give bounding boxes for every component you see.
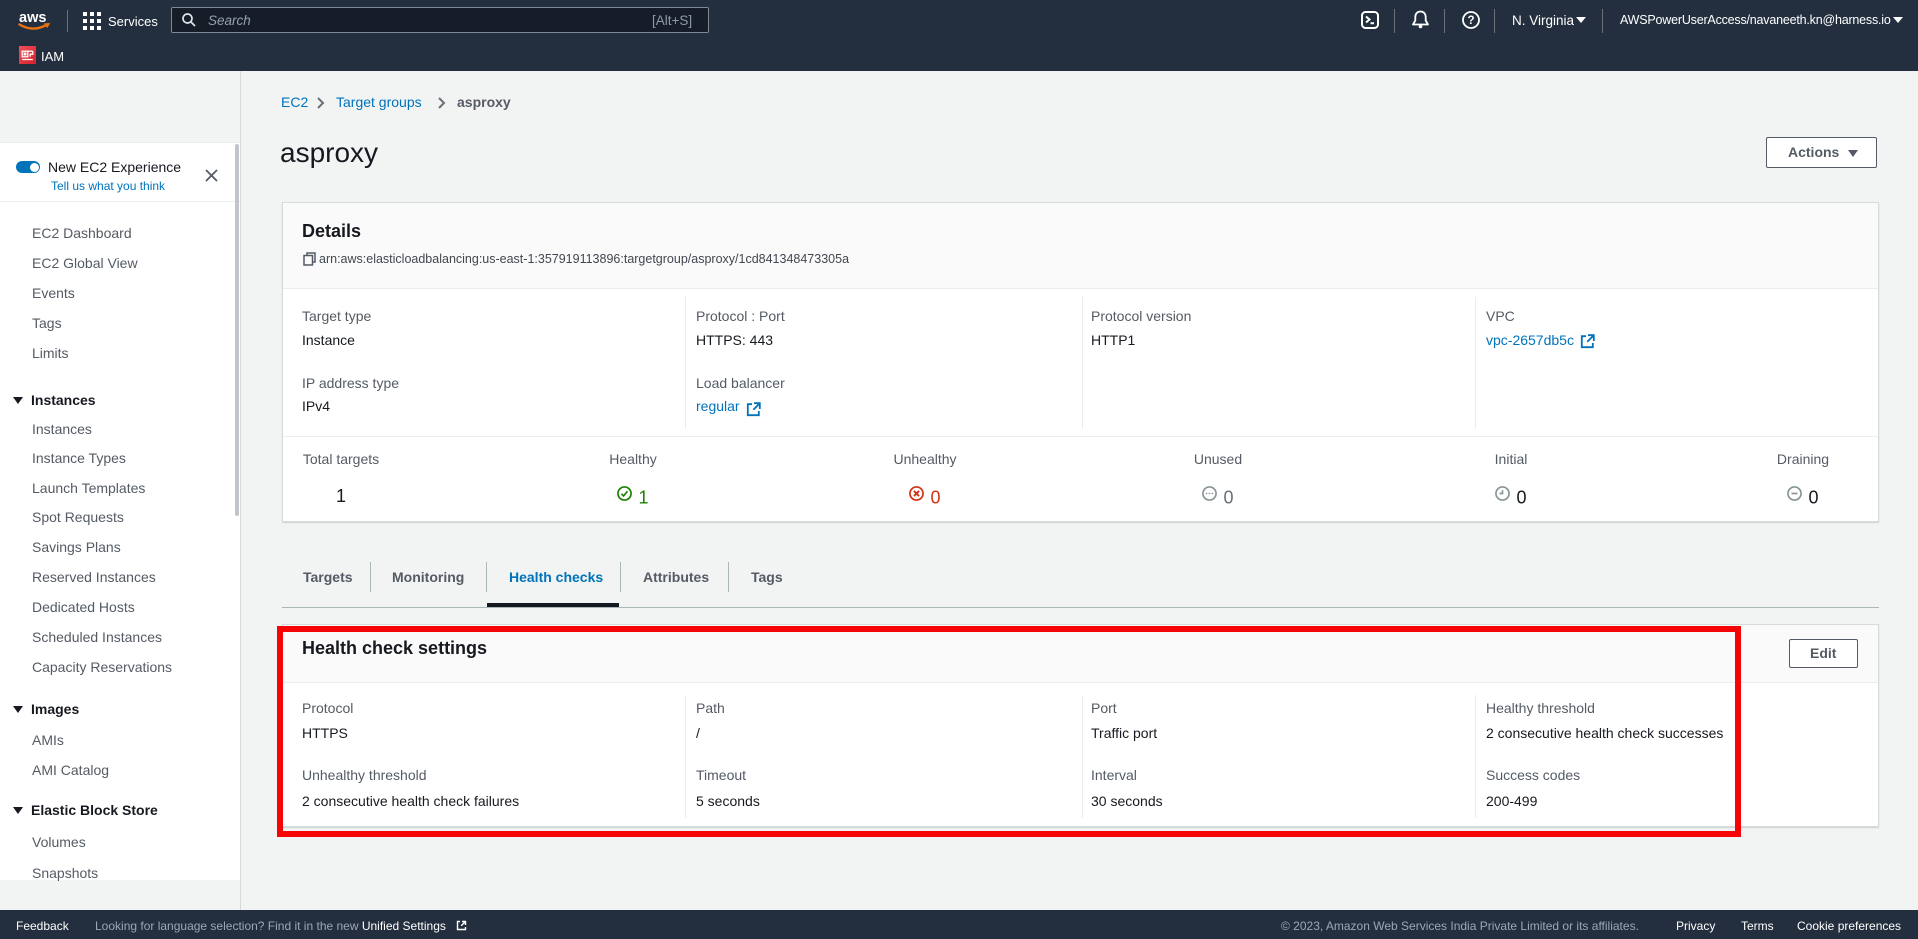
- svg-text:aws: aws: [19, 10, 46, 26]
- svg-text:?: ?: [1467, 15, 1474, 27]
